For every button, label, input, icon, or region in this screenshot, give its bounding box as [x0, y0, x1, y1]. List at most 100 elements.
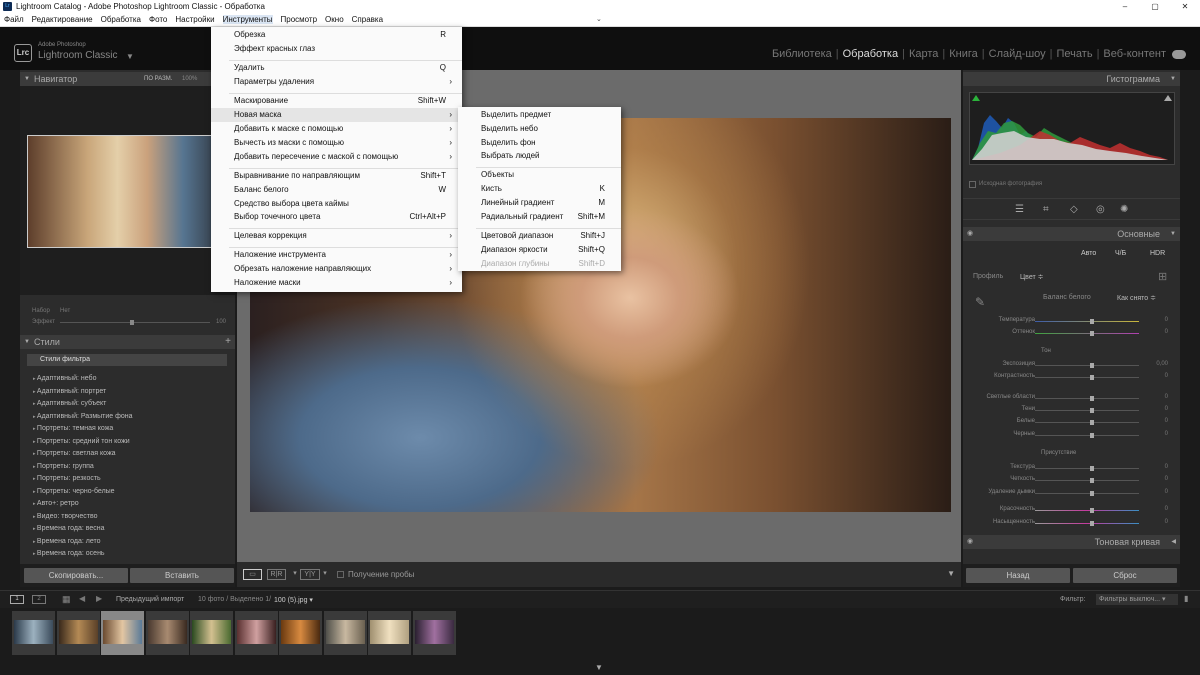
module-web[interactable]: Веб-контент: [1099, 48, 1170, 60]
menu-item[interactable]: Диапазон глубины Shift+D: [458, 257, 621, 271]
probe-checkbox[interactable]: [337, 571, 344, 578]
filmstrip-thumbnail[interactable]: [101, 611, 144, 655]
menu-item[interactable]: Кисть K: [458, 182, 621, 196]
wb-select[interactable]: Как снято ≑: [1117, 294, 1156, 302]
toolbar-menu-icon[interactable]: ▼: [947, 569, 955, 578]
style-preset-item[interactable]: Портреты: светлая кожа: [33, 450, 116, 457]
window-2-button[interactable]: 2: [32, 595, 46, 604]
menu-item[interactable]: Выделить фон: [458, 136, 621, 150]
menu-item[interactable]: Цветовой диапазон Shift+J: [458, 229, 621, 243]
menu-item[interactable]: Вычесть из маски с помощью ›: [211, 136, 462, 150]
module-slideshow[interactable]: Слайд-шоу: [985, 48, 1050, 60]
menu-item[interactable]: Объекты: [458, 168, 621, 182]
paste-button[interactable]: Вставить: [130, 568, 234, 583]
menu-item[interactable]: Линейный градиент M: [458, 196, 621, 210]
menu-item[interactable]: Маскирование Shift+W: [211, 94, 462, 108]
module-develop[interactable]: Обработка: [839, 48, 902, 60]
module-book[interactable]: Книга: [945, 48, 982, 60]
nav-fit-option[interactable]: ПО РАЗМ.: [144, 72, 172, 86]
histogram-header[interactable]: Гистограмма ▼: [963, 72, 1180, 86]
maximize-button[interactable]: ▢: [1140, 0, 1170, 13]
edit-sliders-icon[interactable]: ☰: [1015, 204, 1024, 215]
styles-header[interactable]: ▼ Стили +: [20, 335, 235, 349]
filmstrip-thumbnail[interactable]: [145, 611, 189, 655]
eye-icon[interactable]: ◉: [967, 227, 973, 241]
whites-slider[interactable]: [1035, 422, 1139, 423]
texture-slider-thumb[interactable]: [1090, 466, 1094, 471]
menu-item[interactable]: Параметры удаления ›: [211, 75, 462, 89]
exposure-value[interactable]: 0,00: [1156, 361, 1168, 367]
shadows-slider-thumb[interactable]: [1090, 408, 1094, 413]
filmstrip-thumbnail[interactable]: [234, 611, 278, 655]
eye-icon[interactable]: ◉: [967, 535, 973, 549]
style-preset-item[interactable]: Портреты: группа: [33, 463, 94, 470]
menu-item[interactable]: Диапазон яркости Shift+Q: [458, 243, 621, 257]
texture-slider[interactable]: [1035, 468, 1139, 469]
filter-select[interactable]: Фильтры выключ... ▾: [1096, 594, 1178, 605]
filmstrip-thumbnail[interactable]: [56, 611, 100, 655]
loupe-view-icon[interactable]: ▭: [243, 569, 262, 580]
dehaze-value[interactable]: 0: [1165, 489, 1168, 495]
contrast-slider[interactable]: [1035, 377, 1139, 378]
dropdown-icon[interactable]: ▾: [291, 569, 299, 580]
style-preset-item[interactable]: Адаптивный: субъект: [33, 400, 106, 407]
style-preset-item[interactable]: Времена года: лето: [33, 538, 101, 545]
close-button[interactable]: ✕: [1170, 0, 1200, 13]
menu-item[interactable]: Удалить Q: [211, 61, 462, 75]
yy-view-icon[interactable]: Y|Y: [300, 569, 320, 580]
menu-develop[interactable]: Обработка: [101, 15, 141, 24]
profile-grid-icon[interactable]: ⊞: [1158, 270, 1167, 283]
nav-100-option[interactable]: 100%: [182, 72, 197, 86]
treatment-hdr[interactable]: HDR: [1150, 250, 1165, 257]
contrast-slider-thumb[interactable]: [1090, 375, 1094, 380]
redeye-icon[interactable]: ◎: [1096, 204, 1105, 215]
style-preset-item[interactable]: Портреты: средний тон кожи: [33, 438, 130, 445]
style-preset-item[interactable]: Портреты: черно-белые: [33, 488, 115, 495]
dropdown-icon[interactable]: ▾: [321, 569, 329, 580]
style-preset-item[interactable]: Времена года: весна: [33, 525, 105, 532]
dehaze-slider[interactable]: [1035, 493, 1139, 494]
filter-lock-icon[interactable]: ▮: [1184, 594, 1188, 603]
menu-item[interactable]: Целевая коррекция ›: [211, 229, 462, 243]
style-preset-item[interactable]: Адаптивный: небо: [33, 375, 97, 382]
filmstrip-thumbnail[interactable]: [279, 611, 322, 655]
saturation-value[interactable]: 0: [1165, 519, 1168, 525]
style-preset-item[interactable]: Портреты: резкость: [33, 475, 101, 482]
vibrance-value[interactable]: 0: [1165, 506, 1168, 512]
filmstrip-thumbnail[interactable]: [12, 611, 55, 655]
cloud-icon[interactable]: [1172, 50, 1186, 59]
filmstrip-thumbnail[interactable]: [190, 611, 233, 655]
style-preset-item[interactable]: Времена года: осень: [33, 550, 105, 557]
reset-button[interactable]: Сброс: [1073, 568, 1177, 583]
previous-import[interactable]: Предыдущий импорт: [116, 596, 184, 603]
menu-tools[interactable]: Инструменты: [222, 15, 273, 24]
menu-item[interactable]: Новая маска ›: [211, 108, 462, 122]
blacks-slider[interactable]: [1035, 435, 1139, 436]
caret-down-icon[interactable]: ▼: [126, 52, 134, 61]
clarity-slider-thumb[interactable]: [1090, 478, 1094, 483]
blacks-value[interactable]: 0: [1165, 431, 1168, 437]
menu-view[interactable]: Просмотр: [281, 15, 318, 24]
menu-photo[interactable]: Фото: [149, 15, 167, 24]
clarity-value[interactable]: 0: [1165, 476, 1168, 482]
module-library[interactable]: Библиотека: [768, 48, 836, 60]
minimize-button[interactable]: –: [1110, 0, 1140, 13]
filmstrip-thumbnail[interactable]: [412, 611, 456, 655]
menu-item[interactable]: Средство выбора цвета каймы: [211, 197, 462, 211]
blacks-slider-thumb[interactable]: [1090, 433, 1094, 438]
module-print[interactable]: Печать: [1053, 48, 1097, 60]
menu-window[interactable]: Окно: [325, 15, 344, 24]
treatment-bw[interactable]: Ч/Б: [1115, 250, 1126, 257]
saturation-slider-thumb[interactable]: [1090, 521, 1094, 526]
eraser-icon[interactable]: ◇: [1070, 204, 1078, 215]
window-1-button[interactable]: 1: [10, 595, 24, 604]
exposure-slider-thumb[interactable]: [1090, 363, 1094, 368]
basic-header[interactable]: ◉ Основные ▼: [963, 227, 1180, 241]
menu-item[interactable]: Выбор точечного цвета Ctrl+Alt+P: [211, 210, 462, 224]
current-file[interactable]: 100 (5).jpg ▾: [274, 596, 313, 604]
menu-item[interactable]: Выравнивание по направляющим Shift+T: [211, 169, 462, 183]
filmstrip-thumbnail[interactable]: [323, 611, 367, 655]
menu-file[interactable]: Файл: [4, 15, 24, 24]
tint-value[interactable]: 0: [1165, 329, 1168, 335]
module-map[interactable]: Карта: [905, 48, 942, 60]
